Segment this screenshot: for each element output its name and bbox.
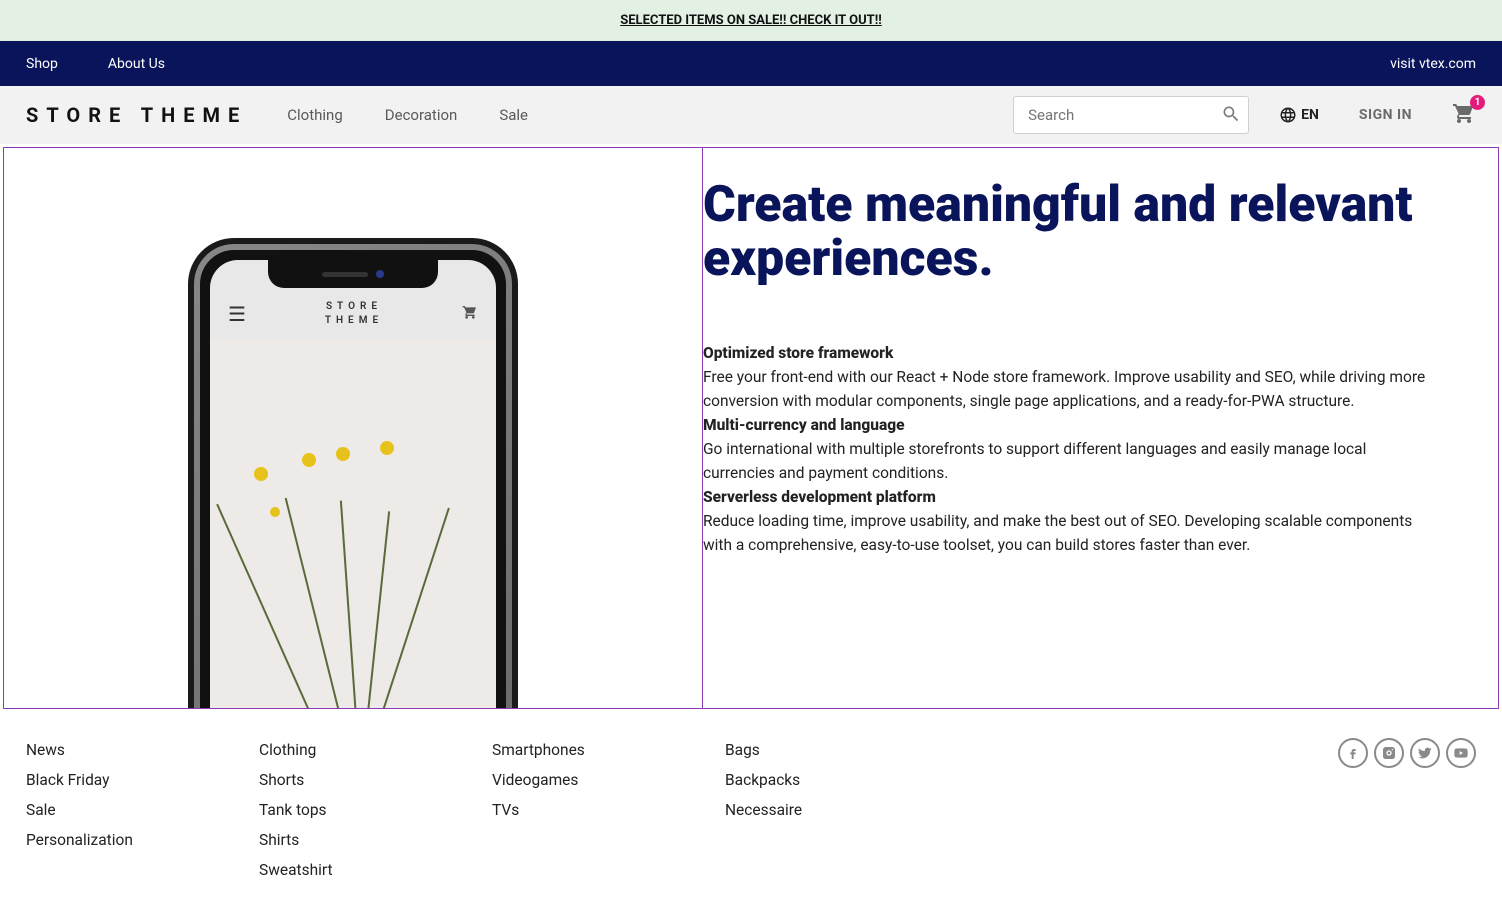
feature-3-title: Serverless development platform <box>703 488 936 506</box>
header: STORE THEME Clothing Decoration Sale EN … <box>0 86 1502 144</box>
footer-link-bags[interactable]: Bags <box>725 738 948 762</box>
footer-link-sale[interactable]: Sale <box>26 798 249 822</box>
phone-mockup: ☰ STORE THEME <box>188 238 518 708</box>
signin-button[interactable]: SIGN IN <box>1359 107 1412 123</box>
nav-link-clothing[interactable]: Clothing <box>287 106 343 124</box>
topbar-right: visit vtex.com <box>1390 56 1476 72</box>
hero-title: Create meaningful and relevant experienc… <box>703 178 1438 286</box>
phone-logo: STORE THEME <box>325 300 383 327</box>
feature-2-title: Multi-currency and language <box>703 416 905 434</box>
footer-link-clothing[interactable]: Clothing <box>259 738 482 762</box>
cart-button[interactable]: 1 <box>1452 101 1476 129</box>
cart-badge: 1 <box>1470 95 1485 110</box>
feature-1-title: Optimized store framework <box>703 344 893 362</box>
youtube-icon <box>1453 745 1469 761</box>
social-link-instagram[interactable] <box>1374 738 1404 768</box>
instagram-icon <box>1381 745 1397 761</box>
twitter-icon <box>1417 745 1433 761</box>
social-link-twitter[interactable] <box>1410 738 1440 768</box>
footer-col-4: Bags Backpacks Necessaire <box>725 738 948 882</box>
search-input[interactable] <box>1013 96 1249 134</box>
topbar: Shop About Us visit vtex.com <box>0 41 1502 86</box>
language-switcher[interactable]: EN <box>1279 106 1319 124</box>
footer-link-backpacks[interactable]: Backpacks <box>725 768 948 792</box>
footer-link-videogames[interactable]: Videogames <box>492 768 715 792</box>
footer-link-tank-tops[interactable]: Tank tops <box>259 798 482 822</box>
phone-content <box>210 339 496 708</box>
footer-link-news[interactable]: News <box>26 738 249 762</box>
social-link-youtube[interactable] <box>1446 738 1476 768</box>
feature-2-body: Go international with multiple storefron… <box>703 437 1438 485</box>
globe-icon <box>1279 106 1297 124</box>
footer-col-2: Clothing Shorts Tank tops Shirts Sweatsh… <box>259 738 482 882</box>
feature-1-body: Free your front-end with our React + Nod… <box>703 365 1438 413</box>
nav-link-sale[interactable]: Sale <box>499 106 528 124</box>
hero-image: ☰ STORE THEME <box>4 148 702 708</box>
footer-link-personalization[interactable]: Personalization <box>26 828 249 852</box>
footer-link-shorts[interactable]: Shorts <box>259 768 482 792</box>
phone-logo-l2: THEME <box>325 314 383 328</box>
search-icon <box>1221 104 1241 124</box>
search-button[interactable] <box>1221 104 1241 128</box>
hamburger-icon: ☰ <box>228 302 246 326</box>
topbar-link-about[interactable]: About Us <box>108 56 165 72</box>
footer-col-1: News Black Friday Sale Personalization <box>26 738 249 882</box>
phone-logo-l1: STORE <box>326 300 382 314</box>
footer-link-shirts[interactable]: Shirts <box>259 828 482 852</box>
footer-link-tvs[interactable]: TVs <box>492 798 715 822</box>
announcement-bar[interactable]: SELECTED ITEMS ON SALE!! CHECK IT OUT!! <box>0 0 1502 41</box>
primary-nav: Clothing Decoration Sale <box>287 106 528 124</box>
phone-notch <box>268 260 438 288</box>
footer: News Black Friday Sale Personalization C… <box>0 712 1502 908</box>
footer-link-black-friday[interactable]: Black Friday <box>26 768 249 792</box>
social-link-facebook[interactable] <box>1338 738 1368 768</box>
topbar-link-visit[interactable]: visit vtex.com <box>1390 56 1476 72</box>
footer-link-sweatshirt[interactable]: Sweatshirt <box>259 858 482 882</box>
footer-link-necessaire[interactable]: Necessaire <box>725 798 948 822</box>
topbar-link-shop[interactable]: Shop <box>26 56 58 72</box>
feature-3-body: Reduce loading time, improve usability, … <box>703 509 1438 557</box>
facebook-icon <box>1345 745 1361 761</box>
footer-link-smartphones[interactable]: Smartphones <box>492 738 715 762</box>
hero-content: Create meaningful and relevant experienc… <box>702 148 1498 708</box>
hero-section: ☰ STORE THEME <box>3 147 1499 709</box>
footer-col-3: Smartphones Videogames TVs <box>492 738 715 882</box>
phone-cart-icon <box>462 304 478 324</box>
topbar-left: Shop About Us <box>26 56 165 72</box>
site-logo[interactable]: STORE THEME <box>26 103 247 127</box>
nav-link-decoration[interactable]: Decoration <box>385 106 458 124</box>
social-links <box>1338 738 1476 882</box>
hero-features: Optimized store framework Free your fron… <box>703 341 1438 557</box>
search-wrap <box>1013 96 1249 134</box>
language-label: EN <box>1301 107 1319 123</box>
